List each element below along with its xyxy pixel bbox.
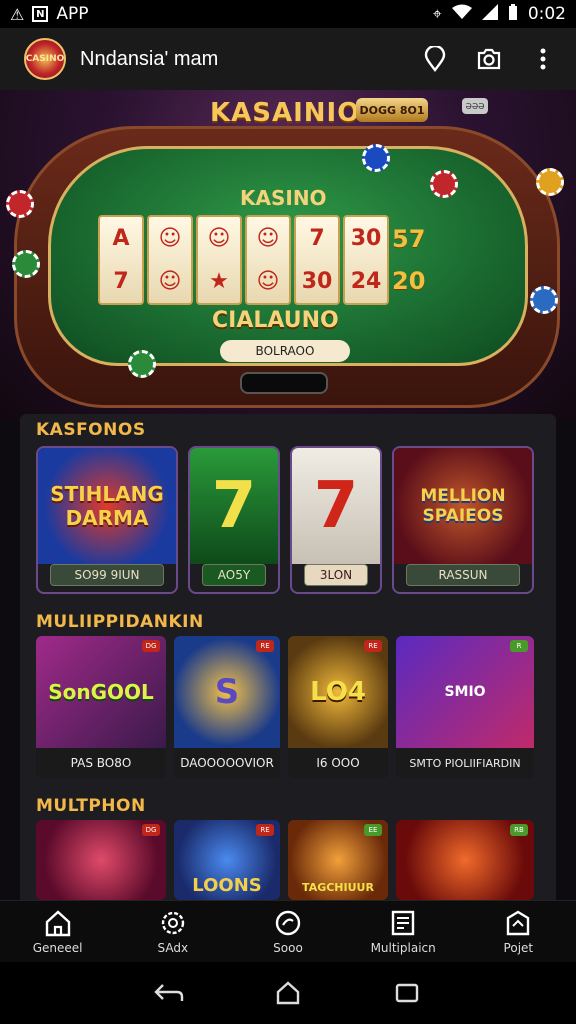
nav-item-multiplayer[interactable]: Multiplaicn bbox=[348, 908, 458, 955]
hero-title: KASAINIO bbox=[210, 98, 361, 128]
multiplayer-icon bbox=[391, 910, 415, 936]
game-badge: RB bbox=[510, 824, 528, 836]
featured-game-caption: RASSUN bbox=[406, 564, 520, 586]
game-card[interactable]: LOONS RE bbox=[174, 820, 280, 900]
reel-card: ☺ ☺ bbox=[245, 215, 291, 305]
featured-game-art: 7 bbox=[190, 448, 278, 564]
featured-game-card[interactable]: STIHLANG DARMA SO99 9IUN bbox=[36, 446, 178, 594]
game-caption: DAOOOOOVIOR bbox=[174, 748, 280, 778]
chip-icon bbox=[430, 170, 458, 198]
reel-card: 7 30 bbox=[294, 215, 340, 305]
bottom-nav: Geneeel SAdx Sooo Multiplaicn Pojet bbox=[0, 900, 576, 962]
nav-item-sooo[interactable]: Sooo bbox=[233, 908, 343, 955]
game-caption: I6 OOO bbox=[288, 748, 388, 778]
location-pin-icon[interactable] bbox=[422, 46, 448, 72]
chip-icon bbox=[12, 250, 40, 278]
game-badge: RE bbox=[364, 640, 382, 652]
slot-reels: A7 ☺ ☺ ☺ ★ ☺ ☺ 7 30 30 24 bbox=[98, 215, 389, 305]
game-art: SonGOOL bbox=[36, 636, 166, 748]
hero-badge-secondary: ƏƏƏ bbox=[462, 98, 488, 114]
section-title-multiplayer: MULIIPPIDANKIN bbox=[36, 612, 204, 632]
system-nav-bar bbox=[0, 962, 576, 1024]
chip-icon bbox=[6, 190, 34, 218]
chip-icon bbox=[536, 168, 564, 196]
app-bar: CASINO Nndansia' mam bbox=[0, 28, 576, 90]
back-icon[interactable] bbox=[153, 977, 185, 1009]
featured-game-caption: AO5Y bbox=[202, 564, 266, 586]
reel-card: 30 24 bbox=[343, 215, 389, 305]
nav-label: Sooo bbox=[273, 941, 303, 955]
featured-game-card[interactable]: 7 AO5Y bbox=[188, 446, 280, 594]
game-badge: DG bbox=[142, 640, 160, 652]
featured-game-caption: SO99 9IUN bbox=[50, 564, 164, 586]
app-title: Nndansia' mam bbox=[80, 47, 219, 70]
chip-icon bbox=[128, 350, 156, 378]
game-card[interactable]: DG bbox=[36, 820, 166, 900]
game-art: SMIO bbox=[396, 636, 534, 748]
notification-icon: N bbox=[32, 6, 49, 22]
chip-icon bbox=[530, 286, 558, 314]
more-vert-icon[interactable] bbox=[530, 46, 556, 72]
felt-title: KASINO bbox=[240, 186, 327, 210]
hero-banner[interactable]: KASAINIO DOGG 8O1 ƏƏƏ KASINO A7 ☺ ☺ ☺ ★ ☺ ☺… bbox=[0, 90, 576, 420]
game-badge: DG bbox=[142, 824, 160, 836]
status-bar: ⚠ N APP ⌖ 0:02 bbox=[0, 0, 576, 28]
wifi-icon bbox=[451, 4, 472, 25]
game-card[interactable]: RB bbox=[396, 820, 534, 900]
warning-icon: ⚠ bbox=[10, 4, 25, 24]
recents-icon[interactable] bbox=[391, 977, 423, 1009]
game-card[interactable]: TAGCHIUUR EE bbox=[288, 820, 388, 900]
hero-badge: DOGG 8O1 bbox=[356, 98, 428, 122]
featured-game-art: STIHLANG DARMA bbox=[38, 448, 176, 564]
featured-game-art: MELLION SPAIEOS bbox=[394, 448, 532, 564]
reel-card: ☺ ☺ bbox=[147, 215, 193, 305]
featured-game-caption: 3LON bbox=[304, 564, 368, 586]
nav-label: Pojet bbox=[503, 941, 534, 955]
battery-icon bbox=[508, 3, 518, 25]
nav-item-sadx[interactable]: SAdx bbox=[118, 908, 228, 955]
section-title-kasfonos: KASFONOS bbox=[36, 420, 146, 440]
side-numbers: 57 20 bbox=[392, 225, 426, 295]
game-card[interactable]: LO4 RE I6 OOO bbox=[288, 636, 388, 778]
casino-logo[interactable]: CASINO bbox=[24, 38, 66, 80]
chip-icon bbox=[275, 910, 301, 936]
nav-label: Geneeel bbox=[32, 941, 83, 955]
game-card[interactable]: SMIO R SMTO PIOLIIFIARDIN bbox=[396, 636, 534, 778]
camera-icon[interactable] bbox=[476, 46, 502, 72]
profile-icon bbox=[507, 910, 530, 936]
section-title-multiphon: MULTPHON bbox=[36, 796, 146, 816]
nav-label: SAdx bbox=[157, 941, 189, 955]
home-icon bbox=[45, 910, 70, 937]
felt-subtitle: CIALAUNO bbox=[212, 308, 339, 333]
home-icon[interactable] bbox=[272, 977, 304, 1009]
signal-icon bbox=[481, 3, 498, 25]
game-badge: RE bbox=[256, 640, 274, 652]
gear-icon bbox=[161, 911, 184, 935]
app-label: APP bbox=[56, 4, 89, 24]
location-icon: ⌖ bbox=[432, 4, 442, 23]
game-caption: PAS BO8O bbox=[36, 748, 166, 778]
game-card[interactable]: S RE DAOOOOOVIOR bbox=[174, 636, 280, 778]
game-art: LO4 bbox=[288, 636, 388, 748]
nav-label: Multiplaicn bbox=[370, 941, 436, 955]
chip-icon bbox=[362, 144, 390, 172]
game-badge: EE bbox=[364, 824, 382, 836]
game-badge: RE bbox=[256, 824, 274, 836]
featured-game-card[interactable]: 7 3LON bbox=[290, 446, 382, 594]
nav-item-profile[interactable]: Pojet bbox=[463, 908, 573, 955]
table-slot bbox=[240, 372, 328, 394]
chip-bar: BOLRAOO bbox=[220, 340, 350, 362]
game-art: S bbox=[174, 636, 280, 748]
reel-card: A7 bbox=[98, 215, 144, 305]
game-badge: R bbox=[510, 640, 528, 652]
nav-item-general[interactable]: Geneeel bbox=[3, 908, 113, 955]
game-card[interactable]: SonGOOL DG PAS BO8O bbox=[36, 636, 166, 778]
reel-card: ☺ ★ bbox=[196, 215, 242, 305]
featured-game-art: 7 bbox=[292, 448, 380, 564]
featured-game-card[interactable]: MELLION SPAIEOS RASSUN bbox=[392, 446, 534, 594]
clock: 0:02 bbox=[527, 4, 566, 24]
game-caption: SMTO PIOLIIFIARDIN bbox=[396, 748, 534, 778]
